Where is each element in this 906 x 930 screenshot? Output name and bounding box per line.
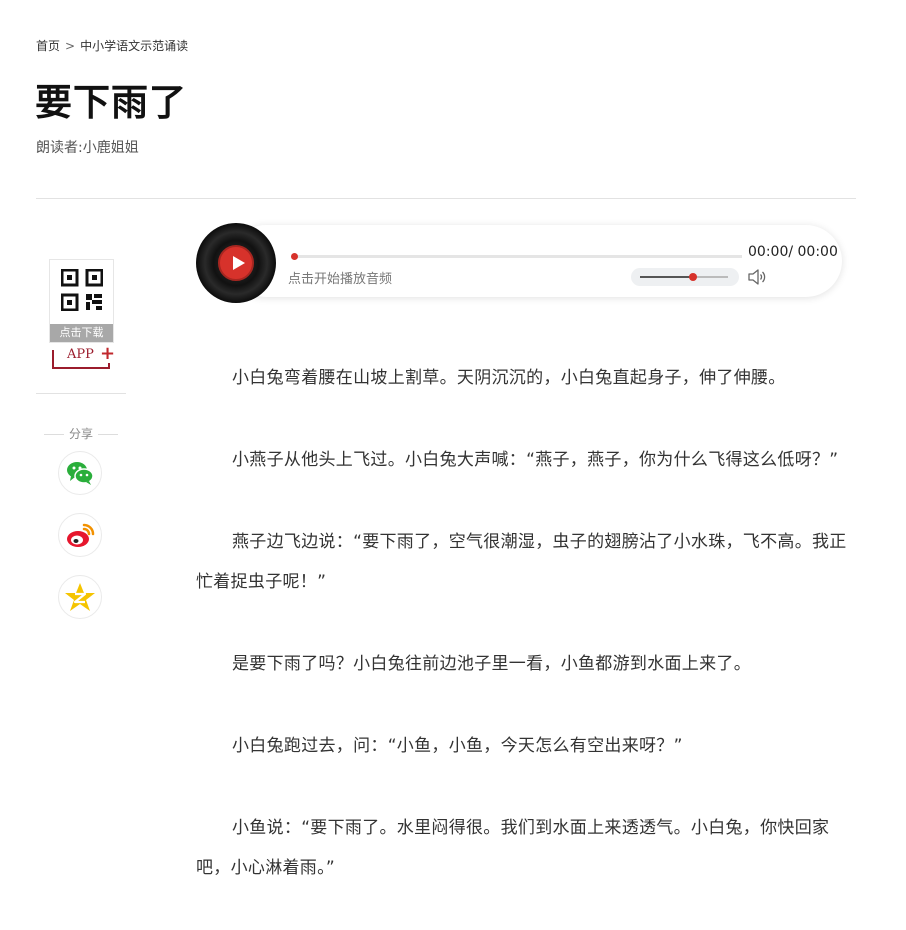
qzone-icon (65, 583, 95, 611)
play-hint: 点击开始播放音频 (288, 272, 393, 287)
article-paragraph: 小鱼说：“要下雨了。水里闷得很。我们到水面上来透透气。小白兔，你快回家吧，小心淋… (196, 818, 830, 878)
play-button[interactable] (218, 245, 254, 281)
article-body: 小白兔弯着腰在山坡上割草。天阴沉沉的，小白兔直起身子，伸了伸腰。 小燕子从他头上… (196, 358, 856, 930)
wechat-icon (67, 462, 94, 485)
reader-name: 朗读者:小鹿姐姐 (36, 140, 139, 156)
weibo-icon (67, 523, 95, 547)
time-display: 00:00/ 00:00 (748, 244, 838, 260)
article-paragraph: 小白兔弯着腰在山坡上割草。天阴沉沉的，小白兔直起身子，伸了伸腰。 (232, 368, 786, 388)
share-wechat-button[interactable] (58, 451, 102, 495)
volume-handle[interactable] (688, 273, 697, 281)
app-badge-label: APP (66, 347, 95, 362)
breadcrumb-home-link[interactable]: 首页 (36, 39, 60, 53)
breadcrumb-separator: > (65, 39, 76, 53)
header-divider (36, 198, 856, 199)
progress-bar[interactable] (291, 253, 742, 260)
article-paragraph: 小燕子从他头上飞过。小白兔大声喊：“燕子，燕子，你为什么飞得这么低呀？” (232, 450, 839, 470)
share-qzone-button[interactable] (58, 575, 102, 619)
share-label: 分享 (36, 425, 126, 442)
breadcrumb-category-link[interactable]: 中小学语文示范诵读 (80, 39, 188, 53)
breadcrumb: 首页 > 中小学语文示范诵读 (36, 37, 188, 54)
vinyl-record (196, 223, 276, 303)
rail-divider (36, 393, 126, 394)
volume-slider[interactable] (631, 268, 739, 286)
qr-code-icon (61, 269, 103, 311)
qr-download-label[interactable]: 点击下载 (50, 324, 113, 342)
volume-fill (640, 276, 693, 278)
page-title: 要下雨了 (35, 81, 187, 124)
plus-icon: + (100, 343, 116, 364)
app-badge[interactable]: APP + (52, 343, 116, 372)
share-weibo-button[interactable] (58, 513, 102, 557)
article-paragraph: 小白兔跑过去，问：“小鱼，小鱼，今天怎么有空出来呀？” (232, 736, 683, 756)
volume-track[interactable] (640, 273, 728, 281)
speaker-icon[interactable] (747, 268, 767, 286)
audio-player: 00:00/ 00:00 点击开始播放音频 (196, 223, 846, 303)
progress-handle[interactable] (291, 253, 298, 260)
app-qr-code[interactable]: 点击下载 (49, 259, 114, 343)
article-paragraph: 是要下雨了吗？小白兔往前边池子里一看，小鱼都游到水面上来了。 (232, 654, 751, 674)
article-paragraph: 燕子边飞边说：“要下雨了，空气很潮湿，虫子的翅膀沾了小水珠，飞不高。我正忙着捉虫… (196, 532, 847, 592)
